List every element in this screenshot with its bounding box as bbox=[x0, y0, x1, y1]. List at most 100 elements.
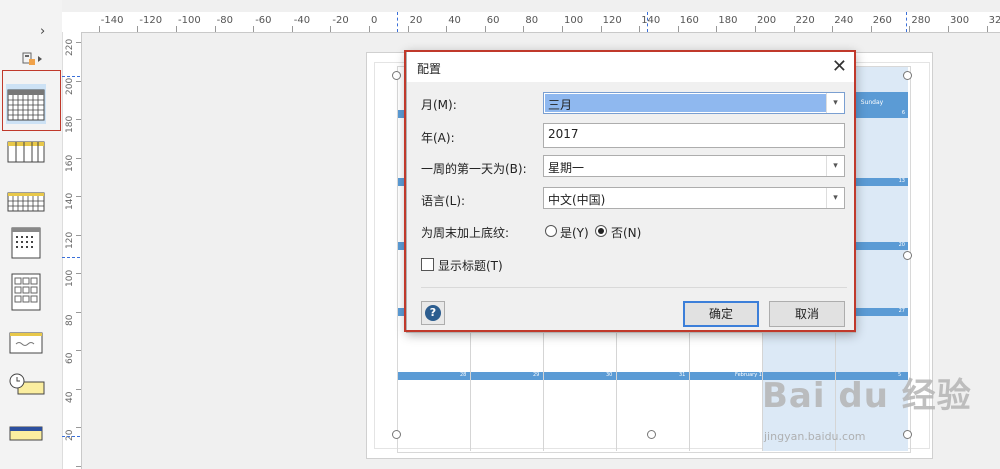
dialog-title: 配置 bbox=[417, 62, 442, 76]
watermark-logo: Bai du 经验 bbox=[762, 376, 972, 416]
ruler-tick-label: 80 bbox=[525, 15, 539, 26]
stencil-menu-icon[interactable] bbox=[22, 52, 44, 69]
calendar-row-line bbox=[398, 420, 908, 421]
year-value: 2017 bbox=[548, 127, 579, 141]
configure-dialog: 配置 ✕ 月(M): 三月 ▾ 年(A): 2017 一周的第一天为(B): 星… bbox=[406, 51, 856, 333]
selection-handle[interactable] bbox=[647, 430, 656, 439]
watermark-url: jingyan.baidu.com bbox=[764, 430, 866, 443]
selection-handle[interactable] bbox=[903, 71, 912, 80]
ruler-tick-label: 160 bbox=[65, 154, 75, 172]
help-icon: ? bbox=[425, 305, 441, 321]
ruler-tick-label: -40 bbox=[293, 15, 311, 26]
ruler-tick-label: 180 bbox=[718, 15, 738, 26]
ruler-tick-label: 60 bbox=[486, 15, 500, 26]
calendar-column-line bbox=[689, 332, 690, 451]
weekend-shading-label: 为周末加上底纹: bbox=[421, 226, 510, 240]
ruler-tick bbox=[76, 388, 81, 390]
show-title-checkbox[interactable] bbox=[421, 258, 434, 271]
ruler-tick bbox=[562, 26, 563, 32]
monthly-calendar-shape-icon[interactable] bbox=[6, 84, 46, 124]
ruler-tick-label: 140 bbox=[641, 15, 661, 26]
ruler-tick bbox=[98, 26, 100, 32]
ruler-tick-label: -120 bbox=[139, 15, 163, 26]
selection-highlight bbox=[545, 94, 826, 112]
shapes-stencil-panel: › bbox=[0, 0, 62, 469]
show-title-label[interactable]: 显示标题(T) bbox=[438, 257, 503, 274]
month-select[interactable]: 三月 ▾ bbox=[543, 92, 845, 114]
chevron-down-icon[interactable]: ▾ bbox=[826, 93, 844, 113]
ruler-tick bbox=[137, 26, 139, 32]
language-value: 中文(中国) bbox=[548, 193, 606, 207]
ruler-tick-label: 100 bbox=[564, 15, 584, 26]
ruler-tick bbox=[407, 26, 409, 32]
ruler-tick-label: -100 bbox=[178, 15, 201, 26]
close-icon[interactable]: ✕ bbox=[832, 56, 847, 77]
calendar-column-line bbox=[543, 332, 544, 451]
ruler-tick bbox=[369, 26, 370, 32]
first-day-label: 一周的第一天为(B): bbox=[421, 162, 527, 176]
ruler-tick-label: 120 bbox=[65, 231, 75, 249]
language-select[interactable]: 中文(中国) ▾ bbox=[543, 187, 845, 209]
ruler-tick-label: 300 bbox=[950, 15, 970, 26]
ruler-tick-label: 260 bbox=[872, 15, 892, 26]
selection-handle[interactable] bbox=[392, 430, 401, 439]
selection-handle[interactable] bbox=[903, 251, 912, 260]
chevron-down-icon[interactable]: ▾ bbox=[826, 188, 844, 208]
month-value: 三月 bbox=[548, 98, 573, 112]
chevron-down-icon[interactable]: ▾ bbox=[826, 156, 844, 176]
first-day-select[interactable]: 星期一 ▾ bbox=[543, 155, 845, 177]
ruler-tick bbox=[76, 196, 81, 197]
help-button[interactable]: ? bbox=[421, 301, 445, 325]
dialog-titlebar[interactable]: 配置 ✕ bbox=[407, 52, 855, 82]
ruler-tick bbox=[76, 273, 81, 274]
weekly-calendar-shape-icon[interactable] bbox=[6, 138, 46, 166]
ruler-tick bbox=[330, 26, 332, 32]
ruler-tick bbox=[832, 26, 834, 32]
selection-handle[interactable] bbox=[392, 71, 401, 80]
ruler-tick bbox=[523, 26, 525, 32]
shade-no-radio[interactable] bbox=[595, 225, 607, 237]
ok-button[interactable]: 确定 bbox=[683, 301, 759, 327]
ruler-tick-label: 200 bbox=[65, 77, 75, 95]
year-label: 年(A): bbox=[421, 131, 455, 145]
language-label: 语言(L): bbox=[421, 194, 466, 208]
ruler-tick bbox=[600, 26, 602, 32]
ruler-guide-marker bbox=[62, 76, 80, 77]
cancel-button[interactable]: 取消 bbox=[769, 301, 845, 327]
ruler-guide-marker bbox=[397, 12, 398, 32]
ruler-tick bbox=[253, 26, 255, 32]
multi-week-calendar-shape-icon[interactable] bbox=[6, 188, 46, 216]
yearly-calendar-shape-icon[interactable] bbox=[6, 272, 46, 312]
ruler-tick bbox=[76, 234, 81, 236]
day-calendar-shape-icon[interactable] bbox=[6, 226, 46, 260]
ruler-tick bbox=[76, 157, 81, 159]
shade-yes-label[interactable]: 是(Y) bbox=[560, 224, 589, 241]
month-label: 月(M): bbox=[421, 98, 457, 112]
ruler-tick bbox=[793, 26, 795, 32]
vertical-ruler[interactable]: 220200180160140120100806040200 bbox=[62, 32, 82, 469]
appointment-shape-icon[interactable] bbox=[6, 330, 46, 356]
timeline-shape-icon[interactable] bbox=[6, 372, 46, 400]
year-input[interactable]: 2017 bbox=[543, 123, 845, 148]
calendar-column-line bbox=[470, 332, 471, 451]
ruler-tick-label: 0 bbox=[371, 15, 378, 26]
ruler-tick bbox=[214, 26, 216, 32]
shade-yes-radio[interactable] bbox=[545, 225, 557, 237]
ruler-tick-label: 20 bbox=[409, 15, 423, 26]
ruler-tick-label: -60 bbox=[255, 15, 272, 26]
ruler-tick bbox=[986, 26, 988, 32]
horizontal-ruler[interactable]: -140 -120 -100 -80 -60 -40 -20 0 20 40 60 80 100 120 1… bbox=[80, 12, 1000, 33]
ruler-tick-label: 140 bbox=[65, 192, 75, 210]
ruler-tick bbox=[291, 26, 293, 32]
ruler-tick bbox=[446, 26, 448, 32]
selection-handle[interactable] bbox=[903, 430, 912, 439]
ruler-tick bbox=[948, 26, 949, 32]
event-bar-shape-icon[interactable] bbox=[6, 422, 46, 444]
ruler-tick-label: -140 bbox=[100, 15, 124, 26]
ruler-tick bbox=[755, 26, 756, 32]
expand-chevron-icon[interactable]: › bbox=[40, 24, 45, 39]
ruler-tick-label: 160 bbox=[679, 15, 699, 26]
calendar-column-line bbox=[616, 332, 617, 451]
ruler-tick bbox=[76, 465, 81, 467]
shade-no-label[interactable]: 否(N) bbox=[611, 224, 641, 241]
